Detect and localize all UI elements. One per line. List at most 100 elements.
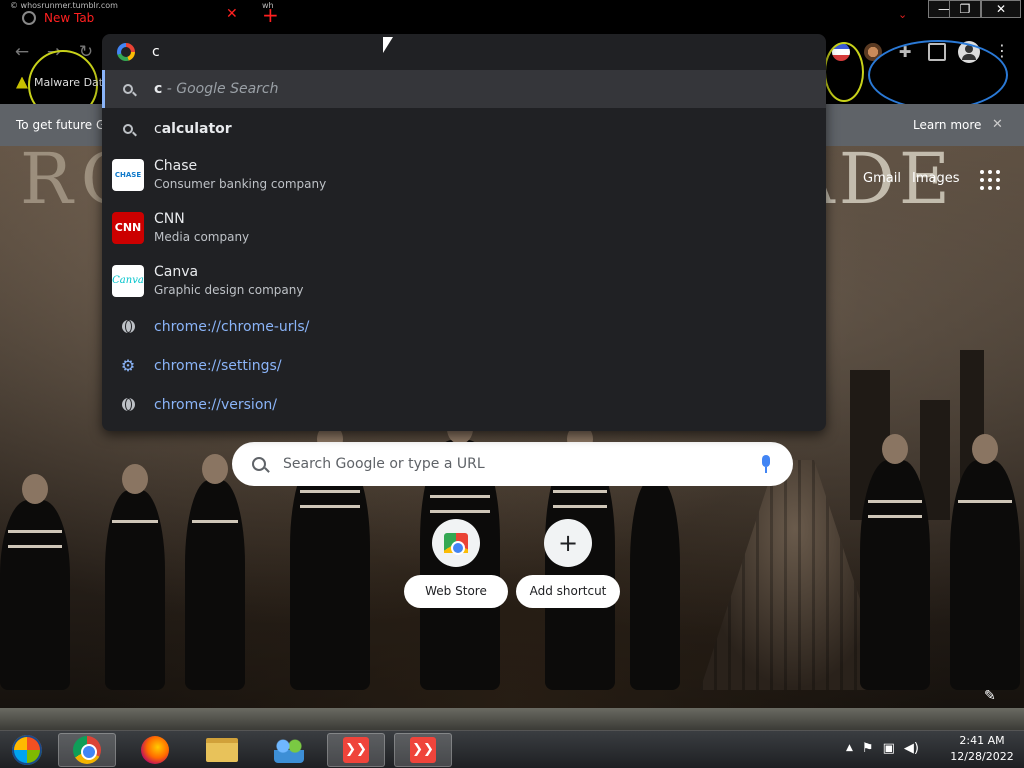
tab-close-button[interactable]: ✕ [226, 6, 238, 22]
suggestion-row[interactable]: CNN CNN Media company [102, 201, 826, 254]
globe-icon [121, 320, 135, 333]
suggestion-row[interactable]: ⚙ chrome://settings/ [102, 346, 826, 385]
customize-pencil-icon[interactable]: ✎ [984, 688, 1000, 704]
wallpaper-bottom-strip [0, 708, 1024, 730]
chevron-up-icon[interactable]: ▲ [846, 741, 853, 756]
anydesk-icon: ❯❯ [343, 737, 369, 763]
tab-title: New Tab [44, 11, 95, 25]
close-window-button[interactable]: ✕ [981, 0, 1021, 18]
folder-icon [206, 738, 238, 762]
wallpaper-figure [0, 474, 70, 690]
shortcut-web-store-label[interactable]: Web Store [404, 575, 508, 608]
omnibox-input-row[interactable]: c [102, 34, 826, 70]
suggestion-rest: hase [163, 158, 198, 174]
shortcut-add-label[interactable]: Add shortcut [516, 575, 620, 608]
clock[interactable]: 2:41 AM 12/28/2022 [942, 733, 1022, 765]
webstore-icon [444, 533, 468, 555]
gear-icon: ⚙ [120, 355, 136, 375]
restore-button[interactable]: ❐ [949, 0, 981, 18]
suggestion-row[interactable]: c - Google Search [102, 70, 826, 108]
suggestion-row[interactable]: calculator [102, 110, 826, 148]
taskbar-firefox[interactable] [126, 733, 184, 767]
volume-icon[interactable]: ◀) [904, 741, 919, 756]
start-button[interactable] [0, 733, 54, 767]
taskbar-anydesk-2[interactable]: ❯❯ [394, 733, 452, 767]
microphone-icon[interactable] [761, 455, 771, 473]
suggestion-rest: anva [163, 264, 199, 280]
gmail-link[interactable]: Gmail [863, 171, 901, 186]
theme-decoration [824, 42, 864, 102]
info-bar-close-button[interactable]: ✕ [992, 117, 1003, 132]
suggestion-subtitle: Graphic design company [154, 283, 304, 297]
system-tray: ▲ ⚑ ▣ ◀) [846, 741, 919, 756]
wallpaper-figure [105, 464, 165, 690]
taskbar-anydesk[interactable]: ❯❯ [327, 733, 385, 767]
google-g-icon [117, 43, 135, 61]
suggestion-row[interactable]: CHASE Chase Consumer banking company [102, 148, 826, 201]
wallpaper-figure [545, 424, 615, 690]
learn-more-link[interactable]: Learn more [913, 118, 981, 132]
suggestion-match: c [154, 121, 162, 137]
suggestion-rest: alculator [161, 121, 232, 137]
globe-icon [121, 398, 135, 411]
suggestion-match: C [154, 211, 164, 227]
windows-orb-icon [12, 735, 42, 765]
wallpaper-figure [950, 434, 1020, 690]
suggestion-match: C [154, 158, 164, 174]
google-apps-icon[interactable] [980, 170, 1000, 190]
flag-icon[interactable]: ⚑ [862, 741, 874, 756]
suggestion-subtitle: Media company [154, 230, 250, 244]
anydesk-icon: ❯❯ [410, 737, 436, 763]
plus-icon: + [557, 529, 579, 557]
people-icon [274, 737, 304, 763]
suggestion-url: chrome://settings/ [154, 357, 282, 374]
ntp-search-box[interactable]: Search Google or type a URL [232, 442, 793, 486]
wallpaper-figure [860, 434, 930, 690]
taskbar-network-people[interactable] [260, 733, 318, 767]
back-arrow-icon[interactable]: ← [10, 40, 34, 64]
ntp-search-placeholder: Search Google or type a URL [283, 456, 485, 472]
suggestion-rest: NN [163, 211, 185, 227]
wallpaper-figure [290, 424, 370, 690]
suggestion-match: C [154, 264, 164, 280]
bookmark-warning-icon [16, 76, 28, 89]
tab-search-chevron-icon[interactable]: ⌄ [898, 8, 907, 21]
taskbar-file-explorer[interactable] [193, 733, 251, 767]
suggestion-subtitle: Consumer banking company [154, 177, 327, 191]
tab-favicon-icon [22, 11, 36, 25]
omnibox-input[interactable]: c [152, 44, 160, 60]
suggestion-row[interactable]: Canva Canva Graphic design company [102, 254, 826, 307]
firefox-icon [141, 736, 169, 764]
search-icon [252, 457, 266, 471]
chase-logo-icon: CHASE [112, 158, 144, 191]
taskbar: ❯❯ ❯❯ ▲ ⚑ ▣ ◀) 2:41 AM 12/28/2022 [0, 730, 1024, 768]
network-icon[interactable]: ▣ [883, 741, 895, 756]
new-tab-button[interactable]: + [262, 4, 279, 26]
suggestion-row[interactable]: chrome://chrome-urls/ [102, 307, 826, 346]
images-link[interactable]: Images [912, 171, 960, 186]
bookmark-label: Malware Dat [34, 76, 104, 89]
canva-logo-icon: Canva [112, 264, 144, 297]
wallpaper-figure [630, 454, 680, 690]
shortcut-web-store[interactable] [432, 519, 480, 567]
wallpaper-figure [185, 454, 245, 690]
suggestion-row[interactable]: chrome://version/ [102, 385, 826, 424]
cnn-logo-icon: CNN [112, 211, 144, 244]
theme-decoration [868, 40, 1008, 110]
suggestion-url: chrome://chrome-urls/ [154, 318, 310, 335]
tab-new-tab[interactable]: New Tab [8, 4, 248, 32]
mouse-cursor-icon [383, 37, 393, 53]
info-bar-text: To get future G [16, 118, 106, 132]
shortcut-add[interactable]: + [544, 519, 592, 567]
suggestion-url: chrome://version/ [154, 396, 277, 413]
taskbar-chrome[interactable] [58, 733, 116, 767]
search-icon [123, 84, 133, 94]
suggestion-rest: - Google Search [162, 81, 279, 97]
search-icon [123, 124, 133, 134]
omnibox-dropdown: c c - Google Search calculator CHASE Cha… [102, 34, 826, 431]
clock-time: 2:41 AM [959, 734, 1005, 747]
clock-date: 12/28/2022 [950, 750, 1014, 763]
tab-strip: © whosrunmer.tumblr.com wh New Tab ✕ + ⌄… [0, 0, 1024, 34]
bookmark-item[interactable]: Malware Dat [16, 76, 103, 89]
chrome-icon [73, 736, 101, 764]
